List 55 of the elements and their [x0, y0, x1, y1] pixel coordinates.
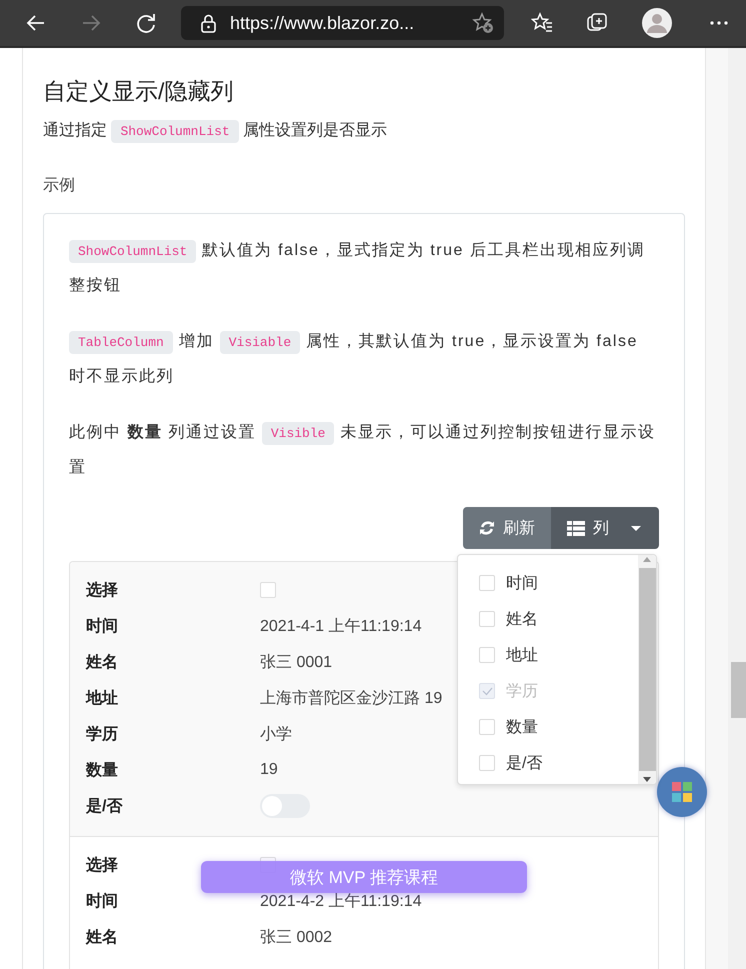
check-icon	[482, 686, 492, 696]
column-option[interactable]: 姓名	[506, 608, 538, 630]
checkbox[interactable]	[260, 582, 276, 598]
field-value: 上海市普陀区金沙江路 19	[260, 688, 442, 708]
field-value: 2021-4-1 上午11:19:14	[260, 616, 422, 636]
checkbox[interactable]	[479, 575, 495, 591]
list-icon	[567, 520, 585, 536]
checkbox[interactable]	[479, 611, 495, 627]
url-text: https://www.blazor.zo...	[230, 12, 416, 34]
note-text: ShowColumnList 默认值为 false，显式指定为 true 后工具栏出现相应列调整按钮	[69, 239, 646, 296]
checkbox[interactable]	[479, 647, 495, 663]
lock-icon	[199, 12, 218, 34]
favorites-icon[interactable]	[531, 12, 553, 34]
scrollbar-thumb[interactable]	[638, 568, 656, 771]
scroll-up-icon[interactable]	[642, 555, 652, 564]
note-text: 此例中 数量 列通过设置 Visible 未显示，可以通过列控制按钮进行显示设置	[69, 421, 656, 478]
example-label: 示例	[43, 176, 76, 196]
address-bar[interactable]: https://www.blazor.zo...	[181, 6, 504, 40]
column-option[interactable]: 数量	[506, 716, 538, 738]
field-label: 时间	[86, 616, 119, 636]
column-option[interactable]: 地址	[506, 644, 538, 666]
tiles-icon	[672, 782, 692, 802]
avatar-icon[interactable]	[642, 8, 672, 38]
intro-text: 通过指定 ShowColumnList 属性设置列是否显示	[43, 116, 685, 147]
field-value: 张三 0002	[260, 928, 332, 948]
scrollbar[interactable]	[728, 48, 746, 969]
field-value: 小学	[260, 724, 292, 744]
reload-icon[interactable]	[135, 12, 157, 34]
field-label: 姓名	[86, 652, 119, 672]
note-text: TableColumn 增加 Visiable 属性，其默认值为 true，显示设置为 false 时不显示此列	[69, 330, 639, 387]
checkbox[interactable]	[479, 719, 495, 735]
field-label: 学历	[86, 724, 119, 744]
scrollbar-thumb[interactable]	[731, 662, 746, 718]
field-label: 时间	[86, 892, 119, 912]
caret-icon	[631, 526, 641, 530]
field-value: 2021-4-2 上午11:19:14	[260, 892, 422, 912]
refresh-icon	[479, 520, 495, 536]
field-value: 19	[260, 761, 278, 779]
refresh-button[interactable]: 刷新	[463, 507, 551, 549]
column-option[interactable]: 是/否	[506, 752, 542, 774]
floating-button[interactable]	[657, 767, 707, 817]
columns-button[interactable]: 列	[551, 507, 659, 549]
field-label: 数量	[86, 760, 119, 780]
collections-icon[interactable]	[586, 12, 608, 34]
field-label: 选择	[86, 580, 119, 600]
field-label: 选择	[86, 856, 119, 876]
field-value: 张三 0001	[260, 652, 332, 672]
checkbox[interactable]	[479, 755, 495, 771]
star-add-icon[interactable]	[472, 12, 494, 34]
section-title: 自定义显示/隐藏列	[43, 77, 234, 106]
scroll-down-icon[interactable]	[642, 775, 652, 784]
field-label: 姓名	[86, 928, 119, 948]
field-label: 地址	[86, 688, 119, 708]
column-option[interactable]: 时间	[506, 572, 538, 594]
field-label: 是/否	[86, 796, 124, 816]
